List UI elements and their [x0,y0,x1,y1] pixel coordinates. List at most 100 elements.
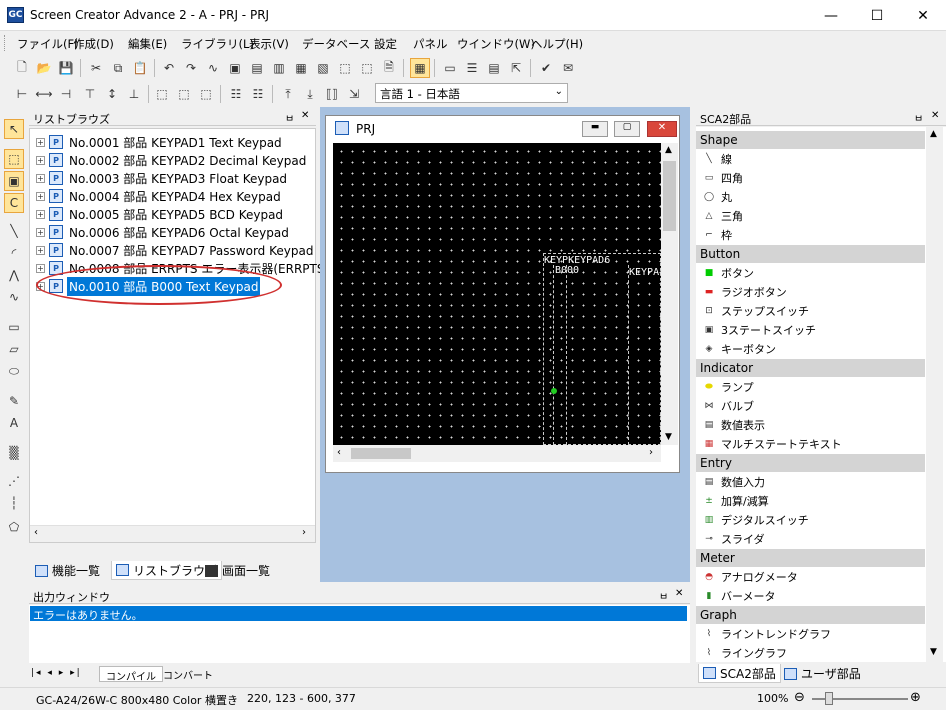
expand-icon[interactable]: + [36,137,45,147]
menu-panel[interactable]: パネル [413,36,448,52]
tab-compile[interactable]: コンパイル [99,666,163,683]
palette-item[interactable]: ▮ バーメータ [702,587,776,605]
properties-icon[interactable]: 🗎 [379,58,399,78]
pointer-icon[interactable]: ↖ [4,119,24,139]
language-select[interactable]: 言語 1 - 日本語 ⌄ [375,83,568,103]
palette-item[interactable]: ▤ 数値表示 [702,416,765,434]
scroll-right-icon[interactable]: › [649,447,653,458]
expand-icon[interactable]: + [36,173,45,183]
menu-settings[interactable]: 設定 [374,36,397,52]
palette-item[interactable]: ▥ デジタルスイッチ [702,511,809,529]
redo-icon[interactable]: ↷ [181,58,201,78]
back-icon[interactable]: ▧ [313,58,333,78]
scroll-down-icon[interactable]: ▼ [665,432,672,442]
align-left-icon[interactable]: ⊢ [12,84,32,104]
export-icon[interactable]: ⇱ [506,58,526,78]
menu-library[interactable]: ライブラリ(L) [181,36,254,52]
dots-tool-icon[interactable]: ⋰ [4,471,24,491]
expand-icon[interactable]: + [36,209,45,219]
expand-icon[interactable]: + [36,227,45,237]
pin-icon[interactable]: ㅂ [914,110,923,125]
space-h-icon[interactable]: ☷ [248,84,268,104]
arc-tool-icon[interactable]: ◜ [4,243,24,263]
palette-item[interactable]: ⊸ スライダ [702,530,764,548]
vscroll-thumb[interactable] [663,161,676,231]
scroll-left-icon[interactable]: ‹ [34,527,38,538]
palette-item[interactable]: ▬ ラジオボタン [702,283,787,301]
window-icon[interactable]: ▭ [440,58,460,78]
paint-tool-icon[interactable]: ✎ [4,391,24,411]
expand-icon[interactable]: ⇲ [344,84,364,104]
parallelogram-tool-icon[interactable]: ▱ [4,339,24,359]
align-right-icon[interactable]: ⊣ [56,84,76,104]
ungroup-icon[interactable]: ▥ [269,58,289,78]
palette-item[interactable]: ⌐ 枠 [702,226,732,244]
palette-item[interactable]: △ 三角 [702,207,743,225]
palette-item[interactable]: ◓ アナログメータ [702,568,798,586]
sub-minimize-button[interactable]: ▬ [582,121,608,137]
palette-item[interactable]: ⌇ ライントレンドグラフ [702,625,831,643]
ellipse-tool-icon[interactable]: ⬭ [4,361,24,381]
tab-nav-arrows-icon[interactable]: |◂ ◂ ▸ ▸| [31,668,82,678]
dash-tool-icon[interactable]: ┆ [4,493,24,513]
tree-item[interactable]: + P No.0004 部品 KEYPAD4 Hex Keypad [36,187,283,205]
palette-category[interactable]: Meter [696,549,925,567]
rect-tool-icon[interactable]: ▭ [4,317,24,337]
menu-edit[interactable]: 編集(E) [128,36,167,52]
palette-item[interactable]: ▦ マルチステートテキスト [702,435,842,453]
bracket-icon[interactable]: ⟦⟧ [322,84,342,104]
tab-convert[interactable]: コンバート [157,666,219,682]
output-message[interactable]: エラーはありません。 [30,606,687,622]
palette-category[interactable]: Graph [696,606,925,624]
tree-item[interactable]: + P No.0006 部品 KEYPAD6 Octal Keypad [36,223,291,241]
minimize-button[interactable]: — [808,0,854,31]
undo-icon[interactable]: ↶ [159,58,179,78]
screen-list-icon[interactable]: ▣ [225,58,245,78]
transfer-icon[interactable]: ✉ [558,58,578,78]
menu-view[interactable]: 表示(V) [249,36,289,52]
same-height-icon[interactable]: ⬚ [174,84,194,104]
expand-icon[interactable]: + [36,245,45,255]
palette-item[interactable]: ▭ 四角 [702,169,743,187]
tree-hscrollbar[interactable]: ‹ › [30,525,315,542]
sub-close-button[interactable]: ✕ [647,121,677,137]
align-icon[interactable]: ⬚ [335,58,355,78]
palette-category[interactable]: Shape [696,131,925,149]
distribute-icon[interactable]: ⬚ [357,58,377,78]
keypad-part-outline-2[interactable] [628,265,661,445]
menubar-grip[interactable] [4,35,7,51]
sub-maximize-button[interactable]: ▢ [614,121,640,137]
palette-item[interactable]: ⬬ ランプ [702,378,754,396]
layer-icon[interactable]: ▤ [484,58,504,78]
canvas-hscrollbar[interactable]: ‹ › [333,445,661,462]
tree-item[interactable]: + P No.0007 部品 KEYPAD7 Password Keypad [36,241,315,259]
close-button[interactable]: ✕ [900,0,946,31]
polyline-tool-icon[interactable]: ⋀ [4,265,24,285]
text-tool-icon[interactable]: A [4,413,24,433]
palette-category[interactable]: Entry [696,454,925,472]
align-top-icon[interactable]: ⊤ [80,84,100,104]
tree-item[interactable]: + P No.0001 部品 KEYPAD1 Text Keypad [36,133,284,151]
menu-window[interactable]: ウインドウ(W) [457,36,535,52]
palette-item[interactable]: ◈ キーボタン [702,340,776,358]
select-area-icon[interactable]: ⬚ [4,149,24,169]
panel-close-icon[interactable]: ✕ [301,110,309,121]
open-folder-icon[interactable]: 📂 [34,58,54,78]
b000-part-outline[interactable] [553,265,567,445]
design-canvas[interactable]: KEYPKEYPAD6 B000 KEYPA [333,143,661,445]
scroll-left-icon[interactable]: ‹ [337,447,341,458]
align-center-v-icon[interactable]: ↕ [102,84,122,104]
maximize-button[interactable]: ☐ [854,0,900,31]
line-tool-icon[interactable]: ╲ [4,221,24,241]
fill-tool-icon[interactable]: ▒ [4,443,24,463]
align-center-h-icon[interactable]: ⟷ [34,84,54,104]
select-part-icon[interactable]: ▣ [4,171,24,191]
zoom-out-icon[interactable]: ⊖ [794,690,805,705]
scroll-right-icon[interactable]: › [302,527,306,538]
tab-screen-list[interactable]: 画面一覧 [201,561,274,580]
panel-icon[interactable]: ☰ [462,58,482,78]
panel-close-icon[interactable]: ✕ [931,110,939,121]
space-v-icon[interactable]: ☷ [226,84,246,104]
pin-icon[interactable]: ㅂ [659,588,668,603]
menu-file[interactable]: ファイル(F) [17,36,79,52]
